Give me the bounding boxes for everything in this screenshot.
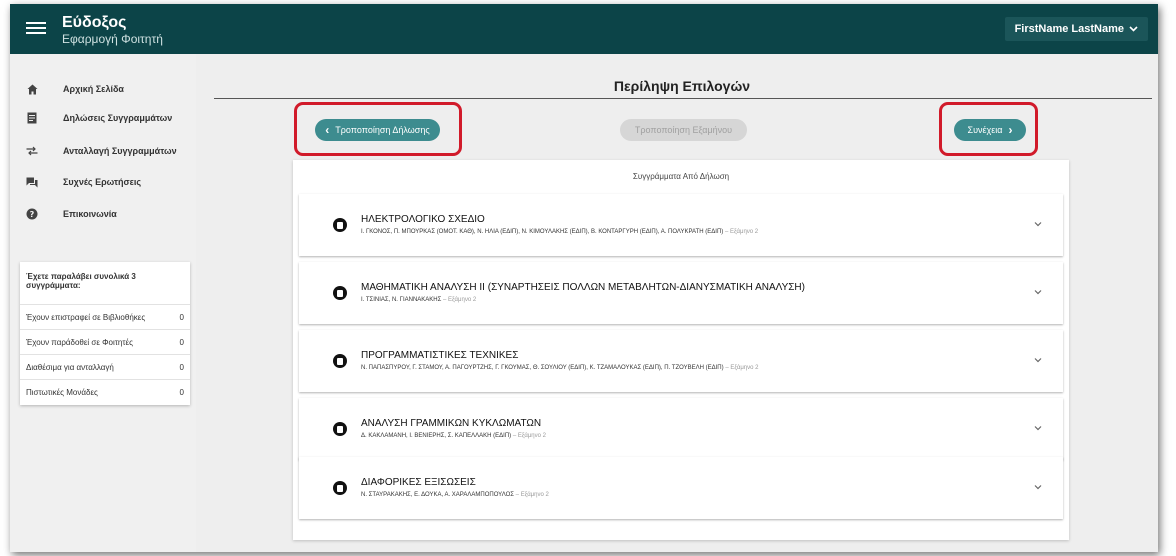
book-title: ΠΡΟΓΡΑΜΜΑΤΙΣΤΙΚΕΣ ΤΕΧΝΙΚΕΣ [361,350,519,361]
book-authors-text: Ι. ΓΚΟΝΟΣ, Π. ΜΠΟΥΡΚΑΣ (ΟΜΟΤ. ΚΑΘ), Ν. Η… [361,229,724,235]
book-semester: Εξάμηνο 2 [730,365,759,371]
summary-label: Πιστωτικές Μονάδες [26,388,98,397]
sidebar-item-label: Ανταλλαγή Συγγραμμάτων [63,146,177,156]
book-icon [333,354,347,368]
book-icon [333,422,347,436]
top-app-bar: Εύδοξος Εφαρμογή Φοιτητή FirstName LastN… [10,4,1158,54]
help-icon: ? [26,208,38,220]
modify-semester-label: Τροποποίηση Εξαμήνου [634,125,733,135]
chevron-down-icon[interactable] [1033,287,1043,297]
home-icon [26,83,38,95]
continue-button[interactable]: Συνέχεια › [954,119,1026,141]
summary-row: Έχουν επιστραφεί σε Βιβλιοθήκες 0 [20,305,190,330]
chevron-left-icon: ‹ [325,123,330,137]
book-authors: Ν. ΣΤΑΥΡΑΚΑΚΗΣ, Ε. ΔΟΥΚΑ, Α. ΧΑΡΑΛΑΜΠΟΠΟ… [361,492,549,498]
summary-value: 0 [179,312,184,322]
exchange-icon [26,145,38,157]
received-books-summary: Έχετε παραλάβει συνολικά 3 συγγράμματα: … [20,262,190,405]
chevron-down-icon[interactable] [1033,423,1043,433]
summary-row: Πιστωτικές Μονάδες 0 [20,380,190,405]
book-semester: Εξάμηνο 2 [520,492,549,498]
summary-label: Διαθέσιμα για ανταλλαγή [26,362,114,372]
book-semester: Εξάμηνο 2 [448,297,477,303]
book-authors-text: Ν. ΠΑΠΑΣΠΥΡΟΥ, Γ. ΣΤΑΜΟΥ, Α. ΠΑΓΟΥΡΤΖΗΣ,… [361,365,724,371]
user-name: FirstName LastName [1014,23,1124,35]
book-item[interactable]: ΜΑΘΗΜΑΤΙΚΗ ΑΝΑΛΥΣΗ ΙΙ (ΣΥΝΑΡΤΗΣΕΙΣ ΠΟΛΛΩ… [299,262,1063,324]
book-icon [333,286,347,300]
app-subtitle: Εφαρμογή Φοιτητή [62,32,163,46]
book-authors: Ι. ΓΚΟΝΟΣ, Π. ΜΠΟΥΡΚΑΣ (ΟΜΟΤ. ΚΑΘ), Ν. Η… [361,229,759,235]
summary-row: Έχουν παράδοθεί σε Φοιτητές 0 [20,330,190,355]
sidebar-item-label: Συχνές Ερωτήσεις [63,177,142,187]
book-icon [333,481,347,495]
document-icon [26,112,38,124]
chat-icon [26,176,38,188]
sidebar-item-declarations[interactable]: Δηλώσεις Συγγραμμάτων [10,104,196,132]
sidebar-item-label: Επικοινωνία [63,209,117,219]
modify-declaration-label: Τροποποίηση Δήλωσης [335,125,430,135]
app-window: Εύδοξος Εφαρμογή Φοιτητή FirstName LastN… [10,4,1158,552]
book-item[interactable]: ΔΙΑΦΟΡΙΚΕΣ ΕΞΙΣΩΣΕΙΣ Ν. ΣΤΑΥΡΑΚΑΚΗΣ, Ε. … [299,457,1063,519]
book-item[interactable]: ΗΛΕΚΤΡΟΛΟΓΙΚΟ ΣΧΕΔΙΟ Ι. ΓΚΟΝΟΣ, Π. ΜΠΟΥΡ… [299,194,1063,256]
list-header: Συγγράμματα Από Δήλωση [632,172,730,181]
summary-value: 0 [179,362,184,372]
book-title: ΗΛΕΚΤΡΟΛΟΓΙΚΟ ΣΧΕΔΙΟ [361,214,485,225]
sidebar-item-label: Αρχική Σελίδα [63,84,124,94]
book-title: ΜΑΘΗΜΑΤΙΚΗ ΑΝΑΛΥΣΗ ΙΙ (ΣΥΝΑΡΤΗΣΕΙΣ ΠΟΛΛΩ… [361,282,805,293]
sidebar-item-home[interactable]: Αρχική Σελίδα [10,75,196,103]
book-authors-text: Ι. ΤΣΙΝΙΑΣ, Ν. ΓΙΑΝΝΑΚΑΚΗΣ [361,297,442,303]
title-divider [214,98,1152,99]
book-authors: Ν. ΠΑΠΑΣΠΥΡΟΥ, Γ. ΣΤΑΜΟΥ, Α. ΠΑΓΟΥΡΤΖΗΣ,… [361,365,759,371]
modify-declaration-button[interactable]: ‹ Τροποποίηση Δήλωσης [315,119,440,141]
summary-title: Έχετε παραλάβει συνολικά 3 συγγράμματα: [20,262,190,305]
modify-semester-button[interactable]: Τροποποίηση Εξαμήνου [620,119,747,141]
book-authors-text: Ν. ΣΤΑΥΡΑΚΑΚΗΣ, Ε. ΔΟΥΚΑ, Α. ΧΑΡΑΛΑΜΠΟΠΟ… [361,492,514,498]
book-icon [333,218,347,232]
chevron-down-icon[interactable] [1033,482,1043,492]
book-title: ΑΝΑΛΥΣΗ ΓΡΑΜΜΙΚΩΝ ΚΥΚΛΩΜΑΤΩΝ [361,418,542,429]
book-authors-text: Δ. ΚΑΚΛΑΜΑΝΗ, Ι. ΒΕΝΙΕΡΗΣ, Σ. ΚΑΠΕΛΛΑΚΗ … [361,433,512,439]
summary-value: 0 [179,337,184,347]
book-authors: Δ. ΚΑΚΛΑΜΑΝΗ, Ι. ΒΕΝΙΕΡΗΣ, Σ. ΚΑΠΕΛΛΑΚΗ … [361,433,546,439]
sidebar-item-contact[interactable]: ? Επικοινωνία [10,200,196,228]
book-item[interactable]: ΑΝΑΛΥΣΗ ΓΡΑΜΜΙΚΩΝ ΚΥΚΛΩΜΑΤΩΝ Δ. ΚΑΚΛΑΜΑΝ… [299,398,1063,460]
book-item[interactable]: ΠΡΟΓΡΑΜΜΑΤΙΣΤΙΚΕΣ ΤΕΧΝΙΚΕΣ Ν. ΠΑΠΑΣΠΥΡΟΥ… [299,330,1063,392]
book-semester: Εξάμηνο 2 [517,433,546,439]
chevron-down-icon[interactable] [1033,219,1043,229]
sidebar: Αρχική Σελίδα Δηλώσεις Συγγραμμάτων Αντα… [10,54,196,552]
chevron-right-icon: › [1008,123,1013,137]
svg-text:?: ? [30,210,35,219]
chevron-down-icon[interactable] [1033,355,1043,365]
book-list-card: Συγγράμματα Από Δήλωση ΗΛΕΚΤΡΟΛΟΓΙΚΟ ΣΧΕ… [293,160,1069,540]
sidebar-item-faq[interactable]: Συχνές Ερωτήσεις [10,168,196,196]
book-title: ΔΙΑΦΟΡΙΚΕΣ ΕΞΙΣΩΣΕΙΣ [361,477,476,488]
sidebar-item-label: Δηλώσεις Συγγραμμάτων [63,113,173,123]
summary-value: 0 [179,388,184,397]
book-semester: Εξάμηνο 2 [729,229,759,235]
page-title: Περίληψη Επιλογών [613,78,751,94]
user-menu-button[interactable]: FirstName LastName [1004,17,1148,41]
summary-label: Έχουν παράδοθεί σε Φοιτητές [26,337,133,347]
app-title: Εύδοξος [62,14,127,31]
sidebar-item-exchange[interactable]: Ανταλλαγή Συγγραμμάτων [10,137,196,165]
continue-label: Συνέχεια [967,125,1003,135]
chevron-down-icon [1129,26,1138,32]
summary-row: Διαθέσιμα για ανταλλαγή 0 [20,355,190,380]
summary-label: Έχουν επιστραφεί σε Βιβλιοθήκες [26,312,146,322]
book-authors: Ι. ΤΣΙΝΙΑΣ, Ν. ΓΙΑΝΝΑΚΑΚΗΣ – Εξάμηνο 2 [361,297,477,303]
hamburger-menu-icon[interactable] [26,19,46,39]
